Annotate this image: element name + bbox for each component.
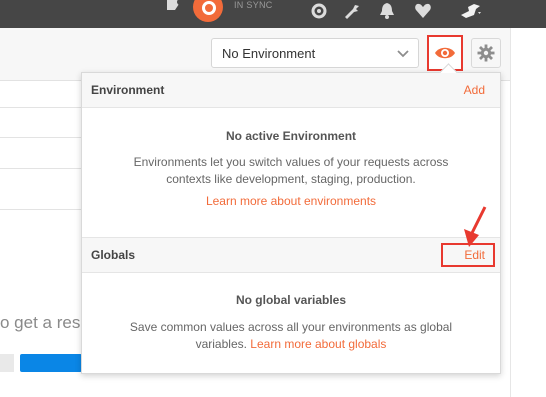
learn-globals-link[interactable]: Learn more about globals	[250, 337, 386, 351]
no-environment-title: No active Environment	[225, 129, 357, 143]
environment-description: Environments let you switch values of yo…	[133, 155, 449, 186]
learn-environments-link[interactable]: Learn more about environments	[206, 194, 376, 208]
secondary-button[interactable]	[0, 354, 14, 372]
heart-icon[interactable]	[414, 3, 432, 19]
annotation-arrow-icon	[464, 206, 487, 247]
add-environment-link[interactable]: Add	[464, 83, 485, 97]
gear-icon	[477, 44, 495, 62]
bell-icon[interactable]	[378, 3, 396, 19]
chevron-down-icon	[396, 47, 410, 59]
sync-status-text: IN SYNC	[234, 0, 273, 10]
environment-select[interactable]: No Environment	[211, 38, 419, 68]
left-row-4	[0, 209, 82, 210]
environment-quick-look-panel: Environment Add No active Environment En…	[81, 63, 501, 374]
eye-icon	[435, 47, 455, 59]
globals-section-title: Globals	[91, 248, 136, 262]
left-row-3	[0, 168, 82, 169]
globals-section-header: Globals Edit	[82, 237, 500, 273]
top-header: IN SYNC	[0, 0, 546, 28]
right-scroll-area	[510, 28, 546, 397]
wrench-icon[interactable]	[343, 3, 361, 19]
response-hint-text: o get a res	[0, 313, 81, 332]
plugin-icon[interactable]	[163, 0, 183, 14]
left-row-1	[0, 107, 82, 108]
sync-status-icon[interactable]	[193, 0, 225, 24]
environment-select-value: No Environment	[222, 46, 316, 61]
no-globals-title: No global variables	[235, 293, 347, 307]
primary-button[interactable]	[20, 354, 82, 372]
twitter-icon[interactable]	[460, 3, 482, 19]
satellite-icon[interactable]	[310, 3, 328, 19]
left-row-2	[0, 137, 82, 138]
globals-description: Save common values across all your envir…	[112, 319, 470, 353]
environment-section-header: Environment Add	[82, 73, 500, 108]
manage-environments-button[interactable]	[471, 38, 501, 68]
environment-section-title: Environment	[91, 83, 165, 97]
